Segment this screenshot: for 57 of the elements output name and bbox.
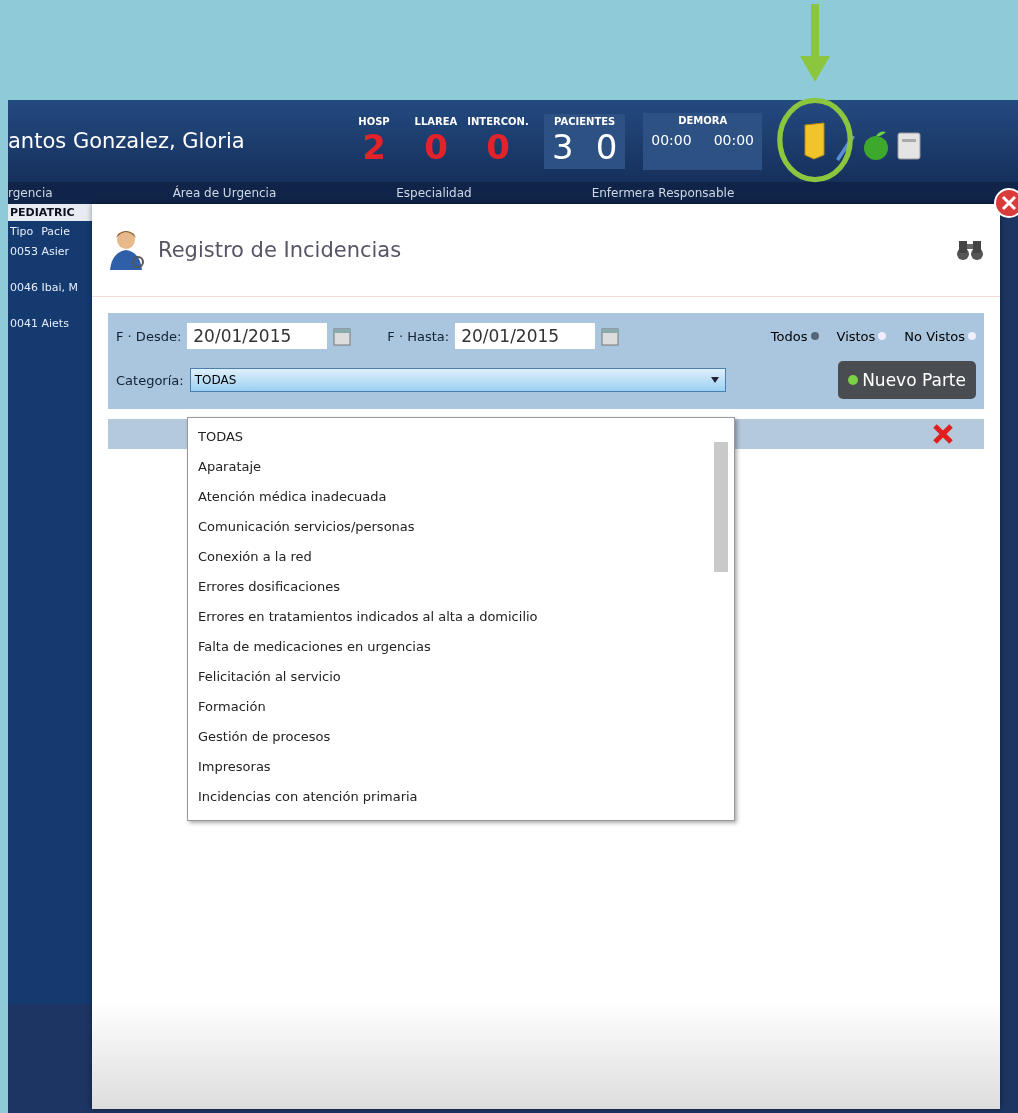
dropdown-option[interactable]: Errores dosificaciones	[198, 572, 704, 602]
from-date-field[interactable]: 20/01/2015	[187, 323, 328, 349]
dropdown-option[interactable]: Conexión a la red	[198, 542, 704, 572]
apple-icon[interactable]	[862, 129, 890, 161]
counter-label: HOSP	[358, 115, 390, 127]
patient-count: 3	[552, 126, 574, 167]
binoculars-icon[interactable]	[956, 238, 984, 262]
demora-title: DEMORA	[678, 114, 728, 126]
radio-button[interactable]	[810, 332, 819, 340]
dropdown-option[interactable]: Impresoras	[198, 752, 704, 782]
delete-icon[interactable]	[932, 423, 954, 445]
dropdown-option[interactable]: Comunicación servicios/personas	[198, 512, 704, 542]
panel-title: PEDIATRIC	[8, 204, 92, 221]
dropdown-option[interactable]: Felicitación al servicio	[198, 662, 704, 692]
filter-option-label: Vistos	[836, 328, 876, 344]
pacientes-title: PACIENTES	[554, 115, 616, 127]
counter-value: 2	[362, 126, 386, 167]
dropdown-option[interactable]: Atención médica inadecuada	[198, 482, 704, 512]
nav-tab[interactable]: Área de Urgencia	[172, 186, 277, 200]
dropdown-option[interactable]: TODAS	[198, 422, 704, 452]
radio-button[interactable]	[878, 332, 887, 340]
to-date-field[interactable]: 20/01/2015	[455, 323, 596, 349]
dropdown-option[interactable]: Incidencias con atención primaria	[198, 782, 704, 812]
filter-option-label: Todos	[770, 328, 808, 344]
patient-row[interactable]: 0041 Aiets	[8, 314, 92, 350]
counter-label: LLAREA	[414, 115, 458, 127]
dropdown-option[interactable]: Aparataje	[198, 452, 704, 482]
to-date-label: F · Hasta:	[387, 328, 450, 344]
column-header: Pacie	[41, 225, 70, 238]
delay-time: 00:00	[713, 130, 754, 150]
scrollbar-thumb[interactable]	[714, 442, 728, 572]
radio-button[interactable]	[968, 332, 976, 340]
delay-time: 00:00	[651, 130, 692, 150]
dropdown-option[interactable]: Falta de medicaciones en urgencias	[198, 632, 704, 662]
counter-value: 0	[424, 126, 448, 167]
patient-count: 0	[595, 126, 618, 167]
close-icon[interactable]	[994, 188, 1018, 218]
from-date-label: F · Desde:	[116, 328, 182, 344]
filter-option-label: No Vistos	[904, 328, 965, 344]
nav-tab[interactable]: rgencia	[8, 186, 53, 200]
counter-value: 0	[486, 126, 510, 167]
dialog-title: Registro de Incidencias	[158, 238, 402, 262]
category-select[interactable]: TODAS	[189, 368, 726, 392]
dropdown-option[interactable]: Gestión de procesos	[198, 722, 704, 752]
dropdown-caret-icon[interactable]	[710, 377, 719, 383]
user-name: antos Gonzalez, Gloria	[8, 129, 245, 153]
counter-label: INTERCON.	[467, 115, 529, 127]
new-report-button[interactable]: Nuevo Parte	[838, 361, 976, 399]
dropdown-option[interactable]: Formación	[198, 692, 704, 722]
nav-tab[interactable]: Especialidad	[396, 186, 472, 200]
dropdown-option[interactable]: Errores en tratamientos indicados al alta a domicilio	[198, 602, 704, 632]
patient-row[interactable]: 0053 Asier	[8, 242, 92, 278]
folder-icon[interactable]	[802, 121, 828, 161]
column-header: Tipo	[10, 225, 34, 238]
patient-row[interactable]: 0046 Ibai, M	[8, 278, 92, 314]
nav-tab[interactable]: Enfermera Responsable	[591, 186, 735, 200]
category-label: Categoría:	[116, 372, 184, 388]
